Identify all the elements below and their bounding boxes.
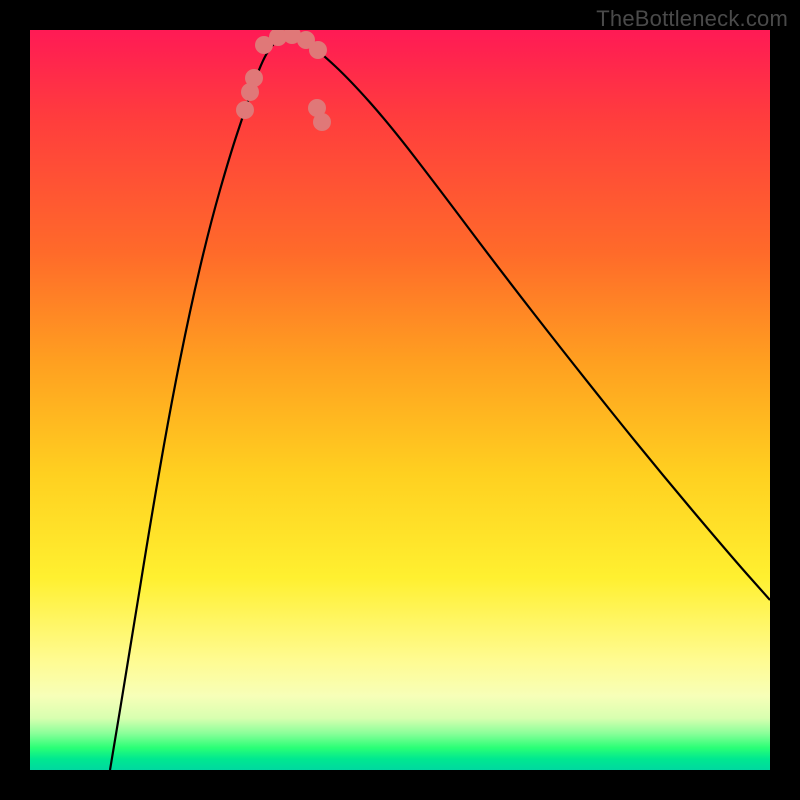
left-curve [110, 33, 285, 770]
plot-area [30, 30, 770, 770]
data-marker [309, 41, 327, 59]
chart-frame: TheBottleneck.com [0, 0, 800, 800]
data-marker [236, 101, 254, 119]
watermark-label: TheBottleneck.com [596, 6, 788, 32]
curve-svg [30, 30, 770, 770]
data-marker [245, 69, 263, 87]
data-marker [313, 113, 331, 131]
right-curve [285, 33, 770, 600]
data-markers [236, 30, 331, 131]
